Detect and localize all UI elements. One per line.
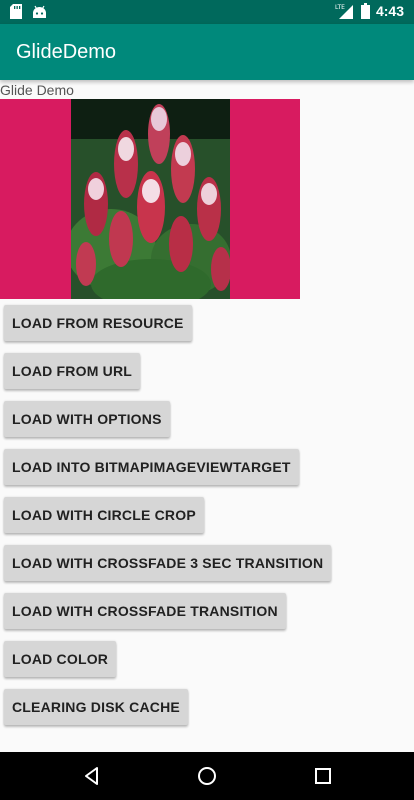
load-into-bitmapimageviewtarget-button[interactable]: LOAD INTO BITMAPIMAGEVIEWTARGET bbox=[4, 449, 299, 485]
sd-card-icon bbox=[10, 4, 22, 19]
main-content: Glide Demo LOAD FROM RESOURCE LOAD FROM … bbox=[0, 80, 414, 752]
back-icon[interactable] bbox=[80, 764, 104, 788]
battery-icon bbox=[360, 3, 370, 19]
status-bar: LTE 4:43 bbox=[0, 0, 414, 24]
load-color-button[interactable]: LOAD COLOR bbox=[4, 641, 117, 677]
home-icon[interactable] bbox=[195, 764, 219, 788]
load-from-resource-button[interactable]: LOAD FROM RESOURCE bbox=[4, 305, 192, 341]
status-left-icons bbox=[10, 4, 47, 19]
status-time: 4:43 bbox=[375, 3, 404, 19]
signal-icon: LTE bbox=[335, 4, 353, 19]
clearing-disk-cache-button[interactable]: CLEARING DISK CACHE bbox=[4, 689, 188, 725]
image-view bbox=[0, 99, 300, 299]
load-with-circle-crop-button[interactable]: LOAD WITH CIRCLE CROP bbox=[4, 497, 204, 533]
load-with-options-button[interactable]: LOAD WITH OPTIONS bbox=[4, 401, 170, 437]
flower-image bbox=[71, 99, 230, 299]
android-icon bbox=[33, 5, 46, 18]
navigation-bar bbox=[0, 752, 414, 800]
app-bar: GlideDemo bbox=[0, 24, 414, 80]
load-with-crossfade-transition-button[interactable]: LOAD WITH CROSSFADE TRANSITION bbox=[4, 593, 286, 629]
glide-demo-label: Glide Demo bbox=[0, 82, 74, 98]
load-with-crossfade-3-sec-transition-button[interactable]: LOAD WITH CROSSFADE 3 SEC TRANSITION bbox=[4, 545, 332, 581]
network-type-label: LTE bbox=[335, 4, 345, 11]
recents-icon[interactable] bbox=[311, 764, 335, 788]
status-right-icons: LTE 4:43 bbox=[335, 2, 404, 20]
app-title: GlideDemo bbox=[16, 41, 117, 63]
load-from-url-button[interactable]: LOAD FROM URL bbox=[4, 353, 141, 389]
